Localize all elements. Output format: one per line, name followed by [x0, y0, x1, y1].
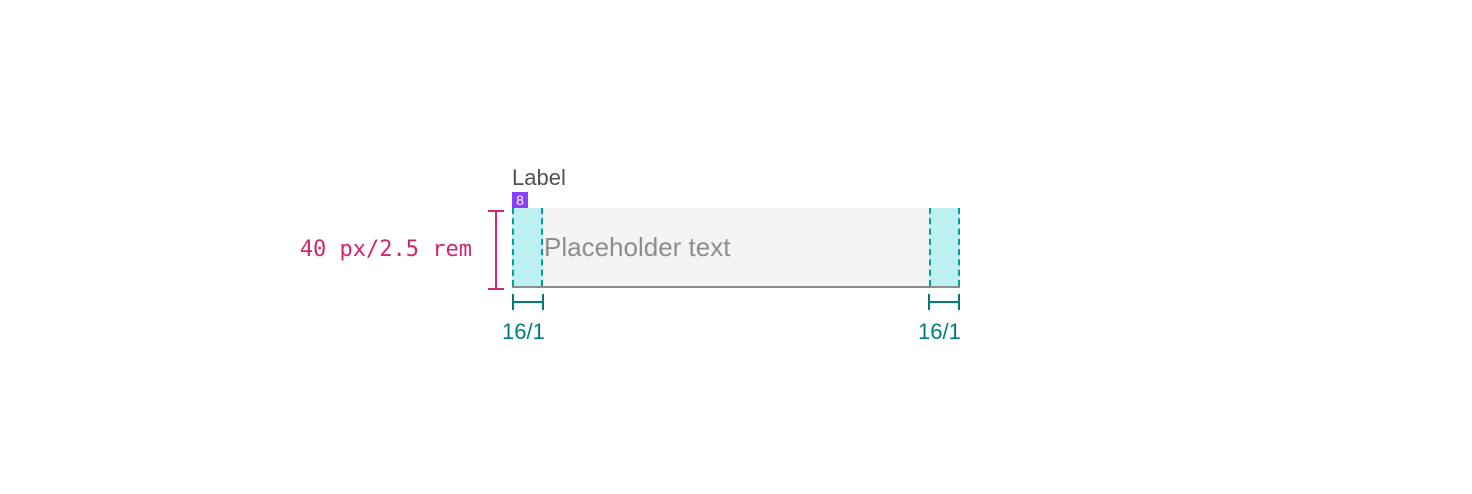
field-label: Label	[512, 165, 566, 190]
spacing-badge: 8	[512, 192, 528, 208]
placeholder-text: Placeholder text	[544, 232, 731, 262]
height-measure-label: 40 px/2.5 rem	[299, 237, 472, 262]
right-padding-label: 16/1	[918, 319, 961, 344]
left-padding-bracket	[512, 294, 544, 310]
text-input[interactable]: Placeholder text	[512, 208, 960, 288]
right-padding-zone	[929, 208, 960, 286]
right-padding-bracket	[928, 294, 960, 310]
left-padding-zone	[512, 208, 543, 286]
left-padding-label: 16/1	[502, 319, 545, 344]
height-measure-bracket	[488, 210, 504, 290]
